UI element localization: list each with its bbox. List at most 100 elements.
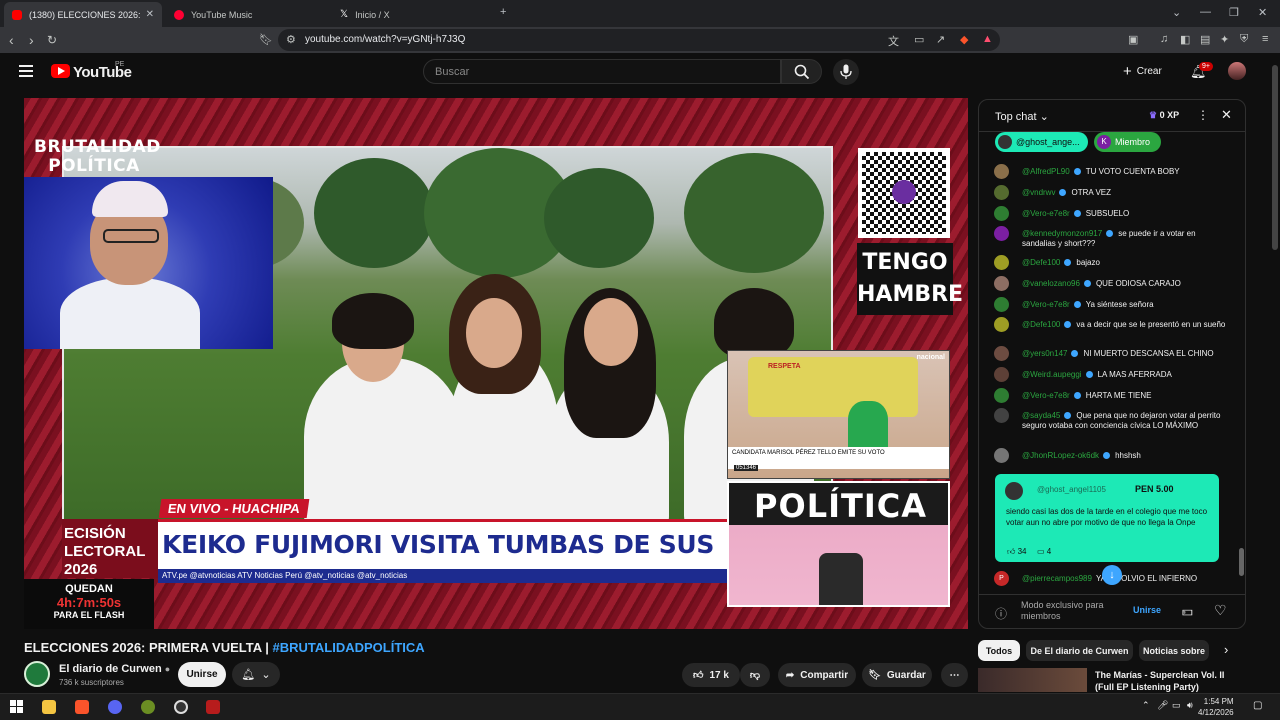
- app-icon[interactable]: [206, 700, 220, 714]
- media-icon[interactable]: ♫: [1160, 33, 1168, 45]
- brave-browser-icon[interactable]: [75, 700, 89, 714]
- chat-avatar[interactable]: [994, 297, 1009, 312]
- ticker-chip[interactable]: K Miembro: [1094, 132, 1161, 152]
- system-clock[interactable]: 1:54 PM 4/12/2026: [1198, 696, 1234, 718]
- reload-icon[interactable]: ↻: [47, 31, 57, 49]
- browser-tab[interactable]: 𝕏 Inicio / X: [332, 2, 492, 27]
- heart-icon[interactable]: ♡: [1214, 602, 1227, 619]
- create-button[interactable]: + Crear: [1123, 63, 1162, 80]
- chat-avatar[interactable]: [994, 317, 1009, 332]
- chat-author[interactable]: @Vero-e7e8r: [1022, 391, 1070, 400]
- browser-tab[interactable]: YouTube Music: [166, 2, 328, 27]
- discord-icon[interactable]: [108, 700, 122, 714]
- subscription-bell-button[interactable]: 🔔︎ ⌄: [232, 662, 280, 687]
- search-button[interactable]: [781, 59, 822, 84]
- more-actions-button[interactable]: ⋯: [941, 663, 968, 687]
- chat-author[interactable]: @sayda45: [1022, 411, 1060, 420]
- chat-author[interactable]: @Defe100: [1022, 258, 1060, 267]
- chat-author[interactable]: @Vero-e7e8r: [1022, 209, 1070, 218]
- tray-chevron-icon[interactable]: ⌃: [1142, 700, 1150, 711]
- chat-avatar[interactable]: [994, 185, 1009, 200]
- wallet-icon[interactable]: ▤: [1200, 33, 1210, 46]
- maximize-icon[interactable]: ❐: [1229, 6, 1239, 19]
- minimize-icon[interactable]: —: [1200, 6, 1211, 18]
- chat-more-icon[interactable]: ⋮: [1197, 108, 1209, 122]
- volume-icon[interactable]: 🔊︎: [1187, 700, 1193, 711]
- share-button[interactable]: ➦ Compartir: [778, 663, 856, 687]
- super-chat-reply-button[interactable]: ▭ 4: [1037, 547, 1051, 556]
- save-button[interactable]: 🔖︎ Guardar: [862, 663, 932, 687]
- close-window-icon[interactable]: ✕: [1258, 6, 1267, 19]
- page-scrollbar[interactable]: [1270, 53, 1280, 693]
- super-chat-money-icon[interactable]: 💵︎: [1182, 604, 1193, 619]
- search-input[interactable]: Buscar: [423, 59, 781, 84]
- browser-tab[interactable]: (1380) ELECCIONES 2026: PRIME ✕: [4, 2, 162, 27]
- chat-author[interactable]: @JhonRLopez-ok6dk: [1022, 451, 1099, 460]
- obs-icon[interactable]: [174, 700, 188, 714]
- cast-icon[interactable]: ▭: [914, 33, 924, 46]
- brave-rewards-icon[interactable]: ▲: [982, 33, 993, 45]
- dislike-button[interactable]: 👎︎: [740, 663, 770, 687]
- video-player[interactable]: BRUTALIDAD POLÍTICA TENGO HAMBRE EN VIVO…: [24, 98, 968, 629]
- browser-menu-icon[interactable]: ≡: [1262, 33, 1268, 45]
- chat-scroll-track[interactable]: [1239, 158, 1244, 588]
- chip-news[interactable]: Noticias sobre: [1139, 640, 1209, 661]
- network-icon[interactable]: ▭: [1172, 700, 1181, 711]
- voice-search-button[interactable]: [833, 59, 859, 85]
- page-scroll-thumb[interactable]: [1272, 65, 1278, 250]
- chat-avatar[interactable]: [994, 346, 1009, 361]
- channel-avatar[interactable]: [24, 661, 50, 687]
- chat-author[interactable]: @kennedymonzon917: [1022, 229, 1102, 238]
- chat-avatar[interactable]: [994, 255, 1009, 270]
- chat-close-icon[interactable]: ✕: [1221, 107, 1232, 123]
- chat-author[interactable]: @pierrecampos989: [1022, 574, 1092, 583]
- back-icon[interactable]: ‹: [9, 31, 14, 49]
- super-chat-message[interactable]: @ghost_angel1105 PEN 5.00 siendo casi la…: [995, 474, 1219, 562]
- info-icon[interactable]: ⓘ: [995, 605, 1007, 622]
- forward-icon[interactable]: ›: [29, 31, 34, 49]
- file-explorer-icon[interactable]: [42, 700, 56, 714]
- chat-author[interactable]: @Defe100: [1022, 320, 1060, 329]
- chat-avatar[interactable]: [994, 388, 1009, 403]
- reader-icon[interactable]: ◧: [1180, 33, 1190, 46]
- vpn-icon[interactable]: ⛨: [1240, 33, 1248, 46]
- tab-close-icon[interactable]: ✕: [146, 9, 154, 20]
- chat-scroll-thumb[interactable]: [1239, 548, 1244, 576]
- chat-author[interactable]: @Vero-e7e8r: [1022, 300, 1070, 309]
- share-icon[interactable]: ↗: [936, 33, 945, 46]
- youtube-logo-icon[interactable]: [51, 64, 70, 78]
- hamburger-menu-icon[interactable]: [19, 65, 33, 77]
- footer-join-button[interactable]: Unirse: [1133, 605, 1161, 615]
- chat-author[interactable]: @vanelozano96: [1022, 279, 1080, 288]
- site-info-icon[interactable]: ⚙︎: [286, 33, 296, 46]
- chat-avatar[interactable]: [994, 367, 1009, 382]
- chat-avatar[interactable]: [994, 448, 1009, 463]
- recommendation-thumbnail[interactable]: [978, 668, 1087, 692]
- tab-search-icon[interactable]: ⌄: [1172, 6, 1181, 19]
- channel-name[interactable]: El diario de Curwen ●: [59, 663, 170, 675]
- new-tab-icon[interactable]: +: [500, 6, 506, 18]
- brave-shield-icon[interactable]: ◆: [960, 33, 968, 46]
- chat-author[interactable]: @AlfredPL90: [1022, 167, 1070, 176]
- super-chat-like-button[interactable]: 👍︎ 34: [1007, 547, 1027, 557]
- chat-author[interactable]: @yers0n147: [1022, 349, 1067, 358]
- chat-avatar[interactable]: [994, 226, 1009, 241]
- chat-avatar[interactable]: [994, 206, 1009, 221]
- recommendation-title[interactable]: The Marías - Superclean Vol. II (Full EP…: [1095, 669, 1235, 693]
- xp-indicator[interactable]: ♛ 0 XP: [1149, 110, 1179, 121]
- join-button[interactable]: Unirse: [178, 662, 226, 687]
- chat-author[interactable]: @vndrwv: [1022, 188, 1055, 197]
- chips-next-icon[interactable]: ›: [1224, 642, 1228, 657]
- app-icon[interactable]: [141, 700, 155, 714]
- like-button[interactable]: 👍︎ 17 k: [682, 663, 740, 687]
- chip-todos[interactable]: Todos: [978, 640, 1020, 661]
- ticker-chip[interactable]: @ghost_ange...: [995, 132, 1088, 152]
- chip-channel[interactable]: De El diario de Curwen: [1026, 640, 1133, 661]
- translate-icon[interactable]: 文: [888, 33, 899, 49]
- account-avatar[interactable]: [1228, 62, 1246, 80]
- chat-avatar[interactable]: [994, 164, 1009, 179]
- chat-avatar[interactable]: [994, 408, 1009, 423]
- chat-avatar[interactable]: [994, 276, 1009, 291]
- sidebar-icon[interactable]: ▣: [1128, 33, 1138, 46]
- address-bar[interactable]: ⚙︎ youtube.com/watch?v=yGNtj-h7J3Q 文 ▭ ↗…: [278, 29, 1000, 51]
